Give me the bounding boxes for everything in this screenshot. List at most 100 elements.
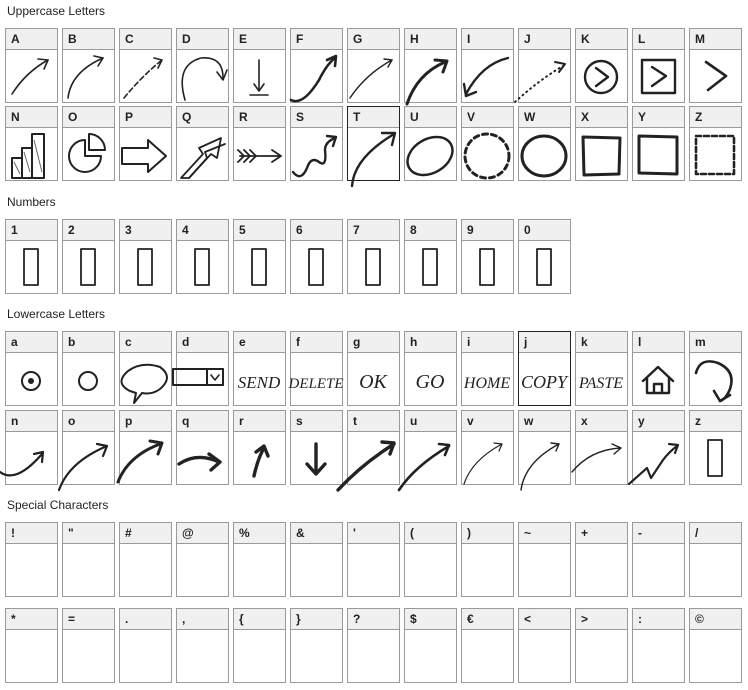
glyph-cell[interactable]: }: [290, 608, 343, 683]
glyph-cell[interactable]: Q: [176, 106, 229, 181]
glyph-cell[interactable]: C: [119, 28, 172, 103]
glyph-cell[interactable]: d: [172, 331, 229, 406]
glyph-cell[interactable]: ~: [518, 522, 571, 597]
glyph-cell[interactable]: 7: [347, 219, 400, 294]
glyph-cell[interactable]: %: [233, 522, 286, 597]
glyph-cell[interactable]: b: [62, 331, 115, 406]
glyph-cell[interactable]: >: [575, 608, 628, 683]
glyph-cell[interactable]: 1: [5, 219, 58, 294]
glyph-cell[interactable]: P: [119, 106, 172, 181]
glyph-cell[interactable]: i HOME: [461, 331, 514, 406]
glyph-cell[interactable]: q: [176, 410, 229, 485]
glyph-cell[interactable]: g OK: [347, 331, 400, 406]
glyph-cell[interactable]: ': [347, 522, 400, 597]
glyph-cell[interactable]: N: [5, 106, 58, 181]
glyph-cell[interactable]: {: [233, 608, 286, 683]
glyph-cell[interactable]: E: [233, 28, 286, 103]
glyph-cell[interactable]: 0: [518, 219, 571, 294]
glyph-cell[interactable]: Z: [689, 106, 742, 181]
glyph-cell[interactable]: +: [575, 522, 628, 597]
glyph-cell[interactable]: *: [5, 608, 58, 683]
glyph-cell[interactable]: m: [689, 331, 742, 406]
glyph-cell[interactable]: (: [404, 522, 457, 597]
glyph-cell[interactable]: &: [290, 522, 343, 597]
glyph-cell[interactable]: #: [119, 522, 172, 597]
glyph-cell[interactable]: a: [5, 331, 58, 406]
glyph-cell[interactable]: 9: [461, 219, 514, 294]
glyph-cell[interactable]: /: [689, 522, 742, 597]
glyph-cell[interactable]: X: [575, 106, 628, 181]
glyph-cell[interactable]: :: [632, 608, 685, 683]
glyph-label: H: [405, 29, 456, 50]
glyph-cell[interactable]: L: [632, 28, 685, 103]
glyph-cell[interactable]: 5: [233, 219, 286, 294]
glyph-preview: [405, 544, 456, 596]
glyph-cell[interactable]: B: [62, 28, 115, 103]
glyph-cell[interactable]: O: [62, 106, 115, 181]
glyph-cell[interactable]: z: [689, 410, 742, 485]
glyph-cell[interactable]: k PASTE: [575, 331, 628, 406]
glyph-cell[interactable]: f DELETE: [287, 331, 344, 406]
glyph-cell[interactable]: n: [0, 410, 58, 485]
glyph-cell[interactable]: ": [62, 522, 115, 597]
glyph-cell[interactable]: I: [461, 28, 514, 103]
glyph-label: D: [177, 29, 228, 50]
glyph-cell[interactable]: x: [571, 410, 628, 485]
glyph-cell[interactable]: K: [575, 28, 628, 103]
glyph-label: l: [633, 332, 684, 353]
glyph-cell[interactable]: s: [290, 410, 343, 485]
glyph-cell[interactable]: e SEND: [233, 331, 286, 406]
glyph-cell[interactable]: 6: [290, 219, 343, 294]
glyph-cell[interactable]: .: [119, 608, 172, 683]
glyph-cell[interactable]: j COPY: [518, 331, 571, 406]
glyph-label: 6: [291, 220, 342, 241]
arrow-up-right-icon: [348, 50, 399, 102]
glyph-cell[interactable]: @: [176, 522, 229, 597]
glyph-label: M: [690, 29, 741, 50]
glyph-cell[interactable]: !: [5, 522, 58, 597]
glyph-cell[interactable]: 8: [404, 219, 457, 294]
glyph-label: &: [291, 523, 342, 544]
glyph-cell[interactable]: p: [116, 410, 172, 485]
glyph-label: i: [462, 332, 513, 353]
glyph-cell[interactable]: T: [347, 106, 400, 188]
glyph-cell[interactable]: l: [632, 331, 685, 406]
glyph-cell[interactable]: M: [689, 28, 742, 103]
glyph-cell[interactable]: -: [632, 522, 685, 597]
glyph-cell[interactable]: y: [627, 410, 685, 486]
glyph-preview: [519, 630, 570, 682]
glyph-cell[interactable]: J: [514, 28, 571, 103]
glyph-cell[interactable]: t: [336, 410, 400, 492]
glyph-cell[interactable]: c: [119, 331, 172, 406]
glyph-cell[interactable]: u: [397, 410, 457, 492]
glyph-cell[interactable]: H: [404, 28, 457, 106]
glyph-cell[interactable]: €: [461, 608, 514, 683]
glyph-cell[interactable]: 3: [119, 219, 172, 294]
glyph-cell[interactable]: r: [233, 410, 286, 485]
glyph-cell[interactable]: ,: [176, 608, 229, 683]
glyph-cell[interactable]: o: [57, 410, 115, 492]
glyph-cell[interactable]: ): [461, 522, 514, 597]
glyph-cell[interactable]: <: [518, 608, 571, 683]
glyph-label: Y: [633, 107, 684, 128]
glyph-cell[interactable]: R: [233, 106, 286, 181]
glyph-cell[interactable]: U: [404, 106, 457, 181]
glyph-cell[interactable]: 4: [176, 219, 229, 294]
glyph-cell[interactable]: Y: [632, 106, 685, 181]
glyph-cell[interactable]: ©: [689, 608, 742, 683]
glyph-cell[interactable]: A: [5, 28, 58, 103]
glyph-cell[interactable]: ?: [347, 608, 400, 683]
glyph-cell[interactable]: F: [289, 28, 343, 103]
glyph-cell[interactable]: $: [404, 608, 457, 683]
glyph-cell[interactable]: =: [62, 608, 115, 683]
glyph-cell[interactable]: w: [518, 410, 571, 491]
glyph-cell[interactable]: h GO: [404, 331, 457, 406]
glyph-cell[interactable]: v: [461, 410, 514, 485]
glyph-cell[interactable]: 2: [62, 219, 115, 294]
glyph-cell[interactable]: G: [347, 28, 400, 103]
glyph-cell[interactable]: S: [290, 106, 343, 181]
glyph-cell[interactable]: W: [518, 106, 571, 181]
glyph-cell[interactable]: V: [461, 106, 514, 181]
glyph-label: h: [405, 332, 456, 353]
glyph-cell[interactable]: D: [176, 28, 229, 103]
